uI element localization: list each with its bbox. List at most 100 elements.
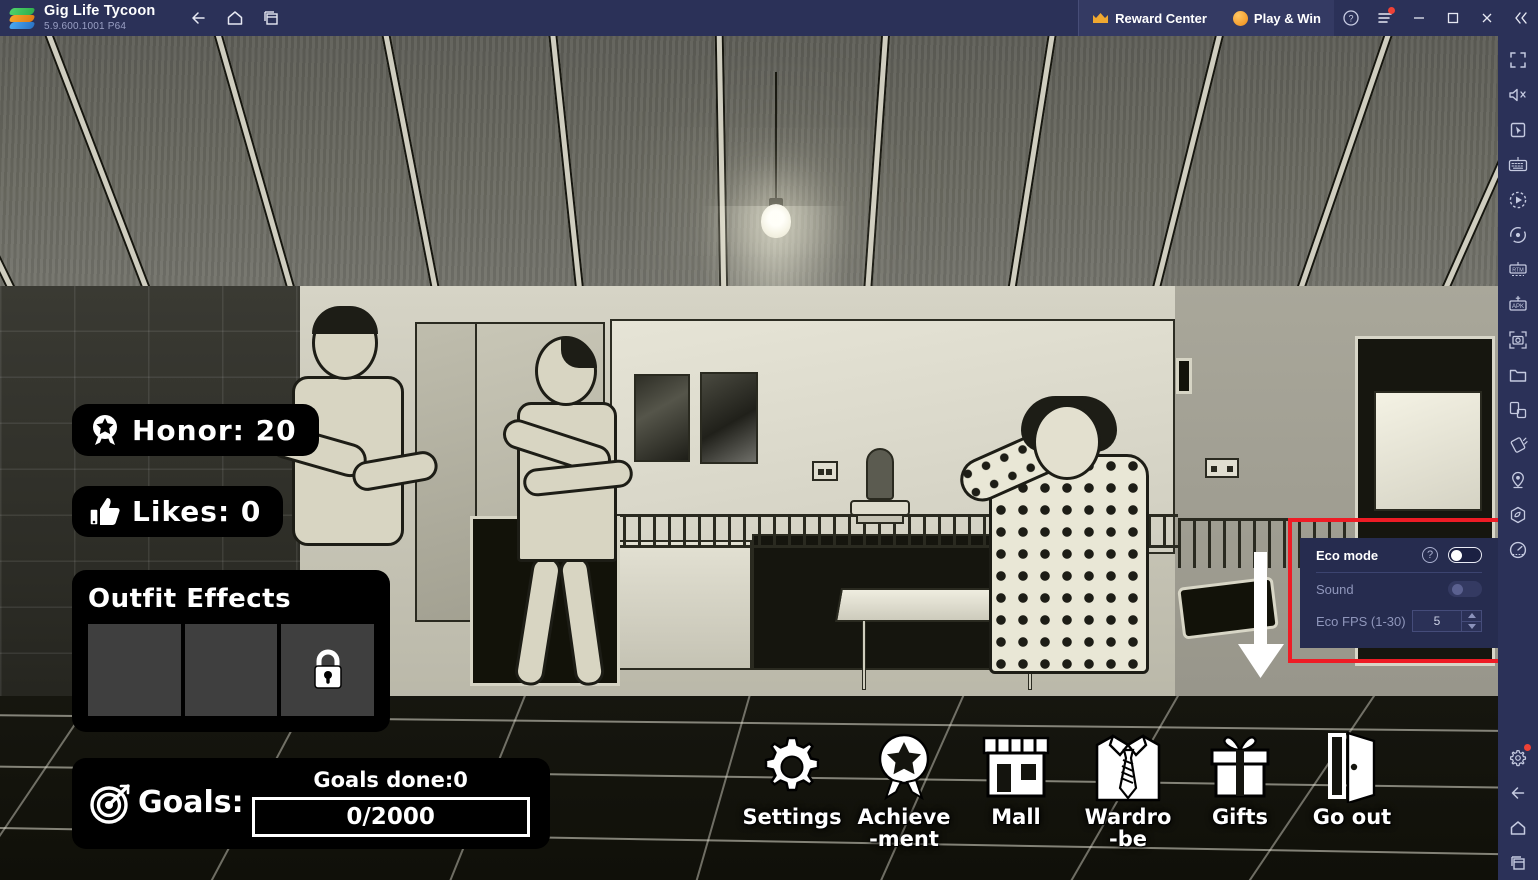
character-1[interactable] [265,306,450,606]
sidebar-item-shake[interactable] [1500,427,1536,462]
goals-progress-bar: 0/2000 [251,797,530,837]
sidebar-item-home[interactable] [1500,810,1536,845]
sidebar-item-location[interactable] [1500,462,1536,497]
help-circle-icon[interactable]: ? [1422,547,1438,563]
back-arrow-icon [1511,786,1525,799]
titlebar-right-group: Reward Center Play & Win ? [1078,0,1538,36]
down-arrow-cue-icon [1232,552,1288,682]
eco-fps-increment[interactable] [1462,611,1481,622]
goals-progress-text: 0/2000 [346,804,435,830]
sidebar-item-macro-recorder[interactable] [1500,182,1536,217]
gift-icon [1210,736,1270,798]
sidebar-item-fullscreen[interactable] [1500,42,1536,77]
menu-item-wardrobe[interactable]: Wardro -be [1072,730,1184,850]
sidebar-item-back[interactable] [1500,775,1536,810]
close-icon [1482,13,1492,23]
location-pin-icon [1512,471,1524,488]
help-circle-icon: ? [1343,10,1359,26]
hexagon-leaf-icon [1510,506,1526,523]
collapse-sidebar-button[interactable] [1504,0,1538,36]
menu-item-settings[interactable]: Settings [736,730,848,828]
scene-ceiling [0,36,1498,288]
play-and-win-button[interactable]: Play & Win [1219,0,1334,36]
light-bulb-wire [775,72,777,200]
multi-instance-icon [264,11,279,25]
menu-item-mall[interactable]: Mall [960,730,1072,828]
menu-item-go-out[interactable]: Go out [1296,730,1408,828]
award-rosette-icon [93,415,117,445]
recents-icon [1511,855,1525,870]
folder-icon [1509,369,1527,382]
reward-center-label: Reward Center [1115,10,1207,26]
eco-fps-label: Eco FPS (1-30) [1316,613,1406,629]
sound-toggle[interactable] [1448,581,1482,597]
sidebar-item-screenshot[interactable] [1500,322,1536,357]
settings-icon-wrap [757,730,827,804]
help-button[interactable]: ? [1334,0,1368,36]
keyboard-icon [1508,156,1528,171]
thumbs-up-icon [89,497,120,526]
sidebar-item-mute[interactable] [1500,77,1536,112]
menu-item-achievement[interactable]: Achieve -ment [848,730,960,850]
crown-icon [1093,12,1109,23]
home-icon [228,11,243,25]
svg-text:RTM: RTM [1512,267,1524,273]
orange-badge-icon [1232,10,1248,26]
sidebar-item-media-manager[interactable] [1500,357,1536,392]
eco-mode-row: Eco mode ? [1316,538,1482,572]
back-arrow-icon [192,12,206,24]
settings-notification-dot [1524,744,1531,751]
back-button[interactable] [181,3,217,33]
app-title-block: Gig Life Tycoon 5.9.600.1001 P64 [44,4,155,32]
eco-mode-label: Eco mode [1316,547,1379,563]
eco-fps-stepper[interactable]: 5 [1412,610,1482,632]
eco-mode-toggle[interactable] [1448,547,1482,563]
character-2[interactable] [499,336,655,716]
sidebar-item-rotate[interactable] [1500,392,1536,427]
minimize-button[interactable] [1402,0,1436,36]
menu-button[interactable] [1368,0,1402,36]
outfit-slot-3[interactable] [281,624,375,716]
likes-badge: Likes: 0 [72,486,284,537]
goals-right-group: Goals done:0 0/2000 [251,768,530,837]
sidebar-item-rtm[interactable]: RTM [1500,252,1536,287]
menu-label-go-out: Go out [1312,805,1392,829]
home-button[interactable] [217,3,253,33]
sidebar-item-install-apk[interactable]: APK [1500,287,1536,322]
multi-instance-button[interactable] [253,3,289,33]
eco-fps-row: Eco FPS (1-30) 5 [1316,605,1482,637]
right-sidebar: RTM APK [1498,36,1538,880]
maximize-button[interactable] [1436,0,1470,36]
sidebar-item-keyboard-controls[interactable] [1500,147,1536,182]
menu-label-mall: Mall [991,805,1041,829]
eco-fps-spinner [1462,610,1482,632]
award-rosette-icon [878,733,930,801]
sidebar-item-settings[interactable] [1500,740,1536,775]
app-version: 5.9.600.1001 P64 [44,20,127,32]
gear-icon [764,736,820,792]
scene-shrine [850,448,910,526]
sidebar-item-script[interactable] [1500,217,1536,252]
sidebar-item-eco-mode[interactable] [1500,497,1536,532]
outfit-slot-1[interactable] [88,624,181,716]
wardrobe-icon-wrap [1091,730,1165,804]
likes-text: Likes: 0 [132,495,262,528]
game-viewport[interactable]: Honor: 20 Likes: 0 Outfit Effects Goals:… [0,36,1498,880]
eco-fps-value[interactable]: 5 [1412,610,1462,632]
sidebar-item-performance[interactable] [1500,532,1536,567]
double-chevron-left-icon [1515,12,1527,24]
sidebar-item-recents[interactable] [1500,845,1536,880]
shirt-tie-icon [1095,734,1161,802]
minimize-icon [1414,17,1424,19]
reward-center-button[interactable]: Reward Center [1078,0,1220,36]
title-bar: Gig Life Tycoon 5.9.600.1001 P64 Reward … [0,0,1538,36]
character-3[interactable] [953,396,1185,696]
menu-item-gifts[interactable]: Gifts [1184,730,1296,828]
outfit-slot-2[interactable] [184,624,278,716]
sidebar-item-cursor-control[interactable] [1500,112,1536,147]
eco-fps-decrement[interactable] [1462,621,1481,631]
wall-poster-2 [700,372,758,464]
honor-badge: Honor: 20 [72,404,319,456]
wall-outlet-2 [1205,458,1239,478]
close-button[interactable] [1470,0,1504,36]
